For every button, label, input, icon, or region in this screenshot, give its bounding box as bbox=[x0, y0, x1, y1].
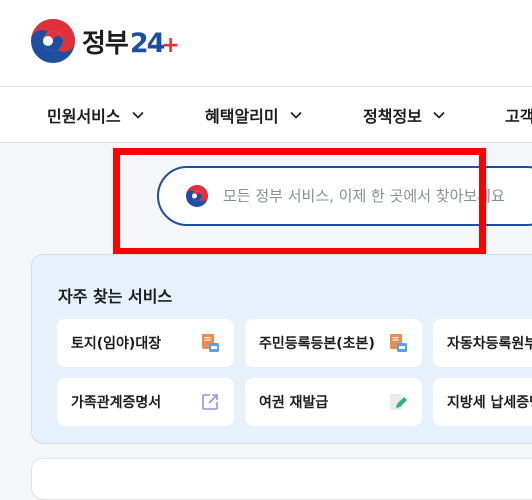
frequent-services-panel: 자주 찾는 서비스 토지(임야)대장 주민등록등본(초본) 자동차등록원부 가족… bbox=[31, 254, 532, 444]
chevron-down-icon bbox=[433, 111, 445, 119]
frequent-services-title: 자주 찾는 서비스 bbox=[58, 287, 173, 306]
search-input[interactable] bbox=[223, 187, 532, 205]
service-card-label: 자동차등록원부 bbox=[447, 336, 532, 352]
nav-item-label: 혜택알리미 bbox=[205, 106, 279, 126]
external-link-icon bbox=[202, 394, 218, 410]
service-card-resident-register[interactable]: 주민등록등본(초본) bbox=[245, 319, 422, 367]
service-card-land-register[interactable]: 토지(임야)대장 bbox=[57, 319, 234, 367]
document-print-icon bbox=[390, 334, 407, 352]
nav-item-label: 민원서비스 bbox=[47, 106, 121, 126]
gov24-logo[interactable]: 정부 24 + bbox=[30, 18, 180, 64]
next-section-panel bbox=[31, 458, 532, 500]
nav-item-civil-services[interactable]: 민원서비스 bbox=[47, 87, 145, 142]
nav-item-customer[interactable]: 고객 bbox=[505, 87, 532, 142]
document-print-icon bbox=[202, 334, 219, 352]
service-card-family-relation[interactable]: 가족관계증명서 bbox=[57, 378, 234, 426]
nav-item-label: 정책정보 bbox=[363, 106, 422, 126]
service-card-label: 가족관계증명서 bbox=[71, 395, 162, 411]
nav-item-benefits[interactable]: 혜택알리미 bbox=[205, 87, 303, 142]
search-bar[interactable] bbox=[157, 166, 532, 226]
service-card-passport-reissue[interactable]: 여권 재발급 bbox=[245, 378, 422, 426]
logo-text-korean: 정부 bbox=[82, 28, 129, 59]
logo-number: 24 bbox=[129, 27, 166, 59]
service-card-label: 여권 재발급 bbox=[259, 395, 329, 411]
taegeuk-emblem-icon bbox=[31, 19, 75, 63]
service-card-label: 지방세 납세증명 bbox=[447, 395, 532, 411]
taegeuk-emblem-icon bbox=[186, 185, 208, 207]
service-card-label: 토지(임야)대장 bbox=[71, 336, 162, 352]
service-card-label: 주민등록등본(초본) bbox=[259, 336, 375, 352]
chevron-down-icon bbox=[290, 111, 302, 119]
site-header: 정부 24 + bbox=[0, 0, 532, 87]
nav-item-label: 고객 bbox=[505, 106, 532, 126]
service-card-local-tax[interactable]: 지방세 납세증명 bbox=[433, 378, 532, 426]
service-card-vehicle-register[interactable]: 자동차등록원부 bbox=[433, 319, 532, 367]
chevron-down-icon bbox=[132, 111, 144, 119]
logo-plus: + bbox=[161, 32, 179, 58]
main-nav: 민원서비스 혜택알리미 정책정보 고객 bbox=[0, 87, 532, 143]
nav-item-policy[interactable]: 정책정보 bbox=[363, 87, 446, 142]
logo-wordmark: 정부 24 + bbox=[82, 23, 180, 60]
edit-document-icon bbox=[390, 394, 407, 410]
